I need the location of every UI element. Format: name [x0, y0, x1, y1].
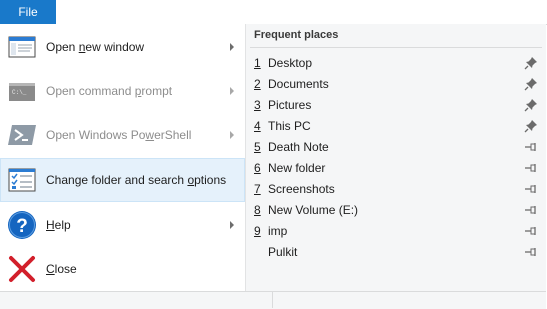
command-prompt-icon: C:\_ — [9, 83, 35, 101]
place-number: 6 — [254, 161, 261, 175]
powershell-icon — [8, 125, 36, 145]
change-folder-options-item[interactable]: Change folder and search options — [0, 158, 245, 202]
footer-divider — [272, 292, 273, 308]
unpinned-icon[interactable] — [524, 161, 538, 175]
place-number: 3 — [254, 98, 261, 112]
unpinned-icon[interactable] — [524, 182, 538, 196]
close-icon — [9, 256, 35, 282]
place-name: Pictures — [268, 98, 312, 112]
unpinned-icon[interactable] — [524, 224, 538, 238]
ribbon-bar: File — [0, 0, 547, 25]
place-name: Death Note — [268, 140, 329, 154]
place-number: 8 — [254, 203, 261, 217]
frequent-place-item[interactable]: 4 This PC — [250, 115, 542, 136]
frequent-place-item[interactable]: 8 New Volume (E:) — [250, 199, 542, 220]
close-label: Close — [46, 262, 77, 276]
place-name: Pulkit — [268, 245, 298, 259]
new-window-icon — [8, 36, 36, 58]
submenu-arrow-icon — [230, 221, 234, 229]
open-new-window-label: Open new window — [46, 40, 145, 54]
place-number: 2 — [254, 77, 261, 91]
place-name: Documents — [268, 77, 329, 91]
frequent-place-item[interactable]: 5 Death Note — [250, 136, 542, 157]
open-new-window-item[interactable]: Open new window — [0, 25, 245, 69]
svg-text:?: ? — [16, 216, 28, 237]
submenu-arrow-icon — [230, 43, 234, 51]
close-item[interactable]: Close — [0, 247, 245, 291]
help-icon: ? — [8, 211, 36, 239]
frequent-place-item[interactable]: 7 Screenshots — [250, 178, 542, 199]
frequent-places-title: Frequent places — [254, 29, 339, 41]
submenu-arrow-icon — [230, 87, 234, 95]
pinned-icon[interactable] — [524, 77, 538, 91]
unpinned-icon[interactable] — [524, 140, 538, 154]
folder-options-icon — [8, 168, 36, 192]
help-label: Help — [46, 218, 71, 232]
frequent-place-item[interactable]: 3 Pictures — [250, 94, 542, 115]
unpinned-icon[interactable] — [524, 203, 538, 217]
place-number: 1 — [254, 56, 261, 70]
place-number: 9 — [254, 224, 261, 238]
title-divider — [250, 47, 542, 48]
place-name: imp — [268, 224, 288, 238]
pinned-icon[interactable] — [524, 119, 538, 133]
pinned-icon[interactable] — [524, 56, 538, 70]
frequent-place-item[interactable]: 2 Documents — [250, 73, 542, 94]
open-powershell-label: Open Windows PowerShell — [46, 128, 192, 142]
place-name: Screenshots — [268, 182, 335, 196]
change-folder-options-label: Change folder and search options — [46, 173, 227, 187]
place-number: 5 — [254, 140, 261, 154]
help-item[interactable]: ? Help — [0, 203, 245, 247]
frequent-place-item[interactable]: 6 New folder — [250, 157, 542, 178]
frequent-place-item[interactable]: 9 imp — [250, 220, 542, 241]
open-command-prompt-item[interactable]: C:\_ Open command prompt — [0, 69, 245, 113]
frequent-place-item[interactable]: Pulkit — [250, 241, 542, 262]
place-name: New folder — [268, 161, 326, 175]
unpinned-icon[interactable] — [524, 245, 538, 259]
place-number: 4 — [254, 119, 261, 133]
pinned-icon[interactable] — [524, 98, 538, 112]
place-name: This PC — [268, 119, 311, 133]
open-command-prompt-label: Open command prompt — [46, 84, 173, 98]
svg-text:C:\_: C:\_ — [12, 89, 27, 96]
place-name: New Volume (E:) — [268, 203, 359, 217]
file-tab[interactable]: File — [0, 0, 56, 24]
submenu-arrow-icon — [230, 131, 234, 139]
frequent-place-item[interactable]: 1 Desktop — [250, 52, 542, 73]
place-number: 7 — [254, 182, 261, 196]
open-powershell-item[interactable]: Open Windows PowerShell — [0, 113, 245, 157]
status-footer — [0, 291, 546, 309]
place-name: Desktop — [268, 56, 313, 70]
